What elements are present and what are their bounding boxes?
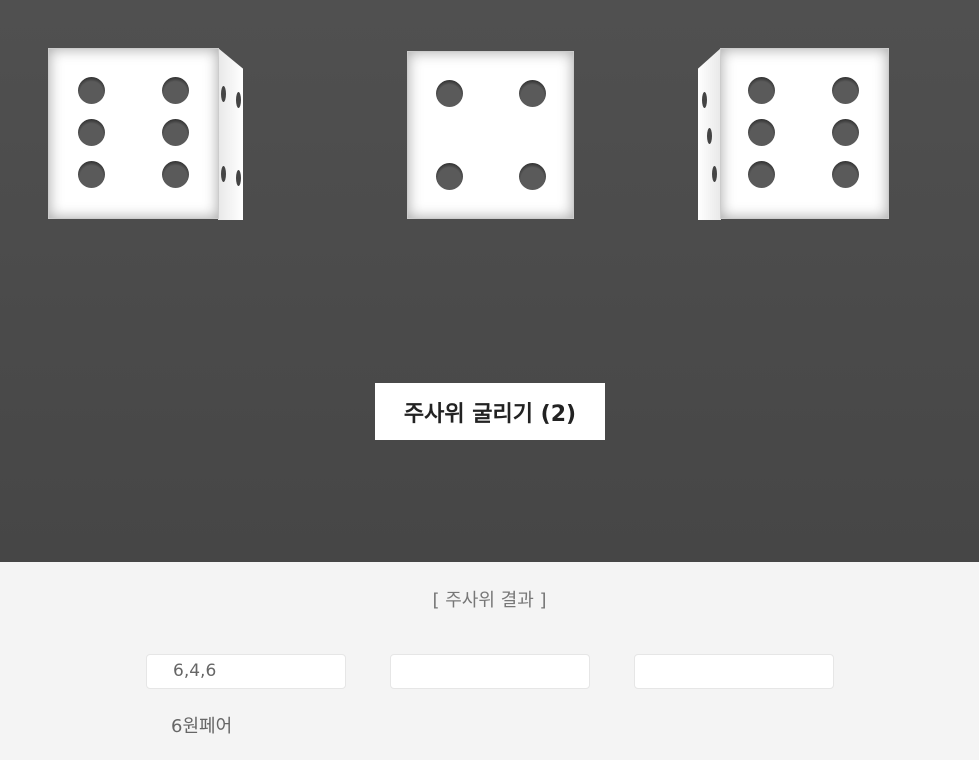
pip-icon — [712, 166, 717, 182]
pip-icon — [221, 166, 226, 182]
pip-icon — [78, 161, 105, 188]
pip-icon — [832, 161, 859, 188]
die-face — [48, 48, 219, 219]
pip-icon — [748, 77, 775, 104]
pip-icon — [162, 77, 189, 104]
pip-icon — [519, 163, 546, 190]
roll-dice-button[interactable]: 주사위 굴리기 (2) — [375, 383, 605, 440]
pip-icon — [436, 80, 463, 107]
die-face — [720, 48, 889, 219]
pip-icon — [832, 77, 859, 104]
pip-icon — [436, 163, 463, 190]
result-field-2[interactable] — [390, 654, 590, 689]
pip-icon — [221, 86, 226, 102]
pip-icon — [162, 119, 189, 146]
pip-icon — [236, 92, 241, 108]
pip-icon — [748, 161, 775, 188]
pip-icon — [832, 119, 859, 146]
pip-icon — [236, 170, 241, 186]
result-summary: 6원페어 — [171, 716, 233, 737]
pip-icon — [78, 119, 105, 146]
die-side — [218, 48, 243, 220]
pip-icon — [702, 92, 707, 108]
pip-icon — [162, 161, 189, 188]
die-face — [407, 51, 574, 219]
dice-stage: 주사위 굴리기 (2) — [0, 0, 979, 562]
pip-icon — [519, 80, 546, 107]
pip-icon — [707, 128, 712, 144]
pip-icon — [78, 77, 105, 104]
results-title: [ 주사위 결과 ] — [432, 590, 547, 611]
pip-icon — [748, 119, 775, 146]
result-field-1[interactable]: 6,4,6 — [146, 654, 346, 689]
result-field-3[interactable] — [634, 654, 834, 689]
